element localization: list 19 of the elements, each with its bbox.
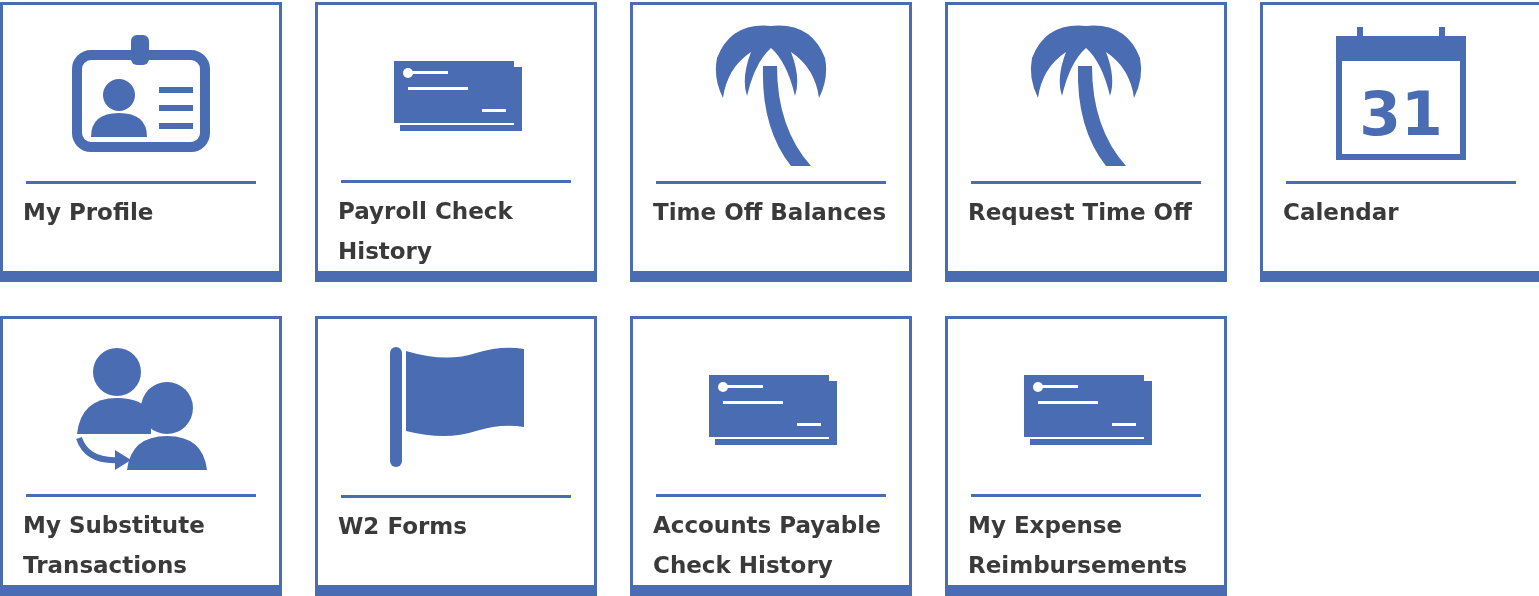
app-tile[interactable]: My Profile [0, 2, 282, 282]
app-tile[interactable]: My Substitute Transactions [0, 316, 282, 596]
app-tile[interactable]: 31 Calendar [1260, 2, 1539, 282]
app-tile[interactable]: Request Time Off [945, 2, 1227, 282]
tile-label: Payroll Check History [338, 197, 514, 266]
app-tile[interactable]: My Expense Reimbursements [945, 316, 1227, 596]
id-badge-icon [71, 33, 211, 153]
tile-label: Time Off Balances [653, 198, 888, 227]
app-tile[interactable]: W2 Forms [315, 316, 597, 596]
tile-label: W2 Forms [338, 512, 468, 541]
tile-label: My Profile [23, 198, 155, 227]
app-tile[interactable]: Accounts Payable Check History [630, 316, 912, 596]
tile-label: Request Time Off [968, 198, 1193, 227]
tile-label: My Substitute Transactions [23, 511, 206, 580]
tile-label: Accounts Payable Check History [653, 511, 882, 580]
app-tile[interactable]: Time Off Balances [630, 2, 912, 282]
tile-label: Calendar [1283, 198, 1400, 227]
app-tile[interactable]: Payroll Check History [315, 2, 597, 282]
tile-label: My Expense Reimbursements [968, 511, 1189, 580]
